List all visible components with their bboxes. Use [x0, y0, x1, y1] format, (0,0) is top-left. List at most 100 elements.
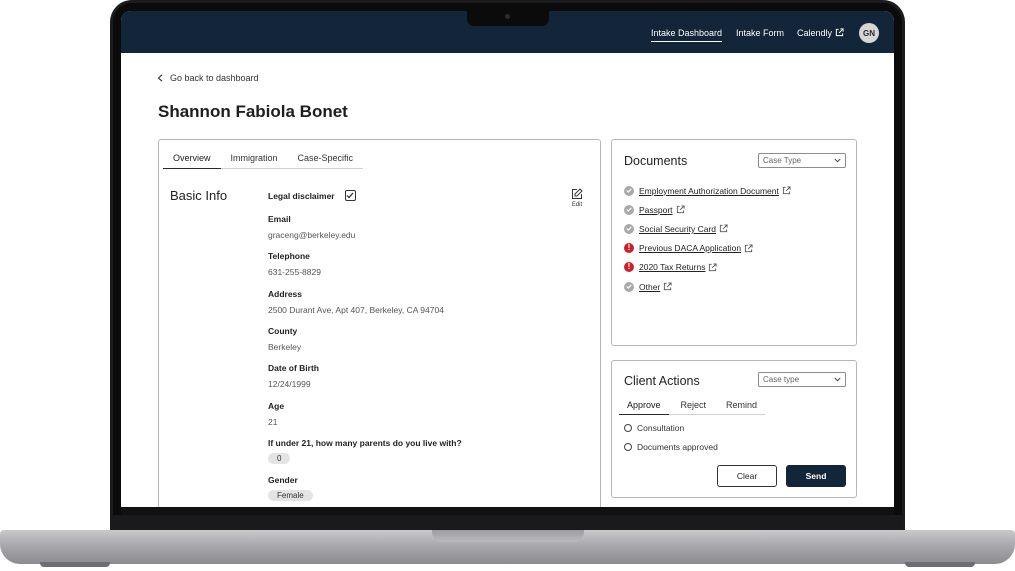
select-value: Case type: [763, 375, 800, 384]
tab-overview[interactable]: Overview: [163, 153, 221, 169]
legal-disclaimer-label: Legal disclaimer: [268, 190, 335, 201]
radio-button[interactable]: [624, 424, 632, 432]
external-link-icon[interactable]: [719, 224, 728, 233]
document-item: ! Previous DACA Application: [624, 239, 791, 258]
external-link-icon[interactable]: [708, 263, 718, 272]
document-item: Other: [624, 277, 791, 296]
laptop-foot: [40, 562, 110, 567]
client-actions-title: Client Actions: [624, 374, 700, 388]
legal-disclaimer: Legal disclaimer: [268, 190, 356, 201]
nav-calendly[interactable]: Calendly: [797, 28, 844, 38]
screen-bezel-bottom: [121, 507, 894, 515]
document-item: ! 2020 Tax Returns: [624, 258, 791, 277]
select-value: Case Type: [763, 156, 802, 165]
documents-case-type-select[interactable]: Case Type: [758, 153, 846, 168]
field-label: Date of Birth: [268, 363, 319, 373]
edit-button[interactable]: Edit: [571, 188, 583, 208]
external-link-icon[interactable]: [663, 282, 672, 291]
field-county: County Berkeley: [268, 326, 301, 352]
external-link-icon[interactable]: [676, 205, 685, 214]
field-gender: Gender Female: [268, 475, 313, 503]
radio-button[interactable]: [624, 443, 632, 451]
check-circle-icon: [624, 281, 634, 292]
chevron-left-icon: [157, 74, 163, 82]
nav-intake-form[interactable]: Intake Form: [736, 28, 784, 38]
field-email: Email graceng@berkeley.edu: [268, 214, 355, 240]
document-link[interactable]: Social Security Card: [639, 224, 716, 234]
profile-tabs: Overview Immigration Case-Specific: [163, 153, 364, 169]
chevron-down-icon: [834, 158, 841, 163]
field-label: Gender: [268, 475, 298, 485]
field-date-of-birth: Date of Birth 12/24/1999: [268, 363, 319, 389]
documents-title: Documents: [624, 154, 688, 168]
check-circle-icon: [624, 204, 634, 215]
basic-info-title: Basic Info: [170, 188, 228, 203]
documents-card: Documents Case Type Employment Authoriza…: [611, 139, 857, 346]
laptop-foot: [905, 562, 975, 567]
check-circle-icon: [624, 185, 634, 196]
nav-calendly-label: Calendly: [797, 28, 833, 38]
external-link-icon[interactable]: [744, 244, 753, 253]
client-actions-case-type-select[interactable]: Case type: [758, 372, 846, 387]
tab-approve[interactable]: Approve: [619, 400, 669, 415]
option-label: Consultation: [637, 423, 685, 433]
field-label: Age: [268, 401, 285, 411]
tab-remind[interactable]: Remind: [718, 400, 766, 415]
field-label: Address: [268, 289, 303, 299]
field-value: 2500 Durant Ave, Apt 407, Berkeley, CA 9…: [268, 305, 444, 315]
external-link-icon[interactable]: [782, 186, 791, 195]
document-link[interactable]: 2020 Tax Returns: [639, 262, 705, 272]
legal-disclaimer-checkbox[interactable]: [344, 190, 356, 201]
app-screen: Intake Dashboard Intake Form Calendly GN…: [121, 11, 894, 507]
field-address: Address 2500 Durant Ave, Apt 407, Berkel…: [268, 289, 444, 315]
field-label: If under 21, how many parents do you liv…: [268, 438, 462, 448]
laptop-hinge: [112, 515, 903, 531]
back-to-dashboard-link[interactable]: Go back to dashboard: [157, 73, 259, 83]
tab-reject[interactable]: Reject: [668, 400, 719, 415]
document-link[interactable]: Employment Authorization Document: [639, 186, 779, 196]
edit-label: Edit: [571, 202, 583, 208]
client-actions-tabs: Approve Reject Remind: [619, 400, 766, 415]
field-label: County: [268, 326, 298, 336]
document-link[interactable]: Previous DACA Application: [639, 243, 741, 253]
field-telephone: Telephone 631-255-8829: [268, 251, 321, 277]
client-actions-card: Client Actions Case type Approve Reject …: [611, 360, 857, 498]
tab-immigration[interactable]: Immigration: [220, 153, 288, 169]
field-parents: If under 21, how many parents do you liv…: [268, 438, 462, 466]
page-title: Shannon Fabiola Bonet: [158, 102, 348, 121]
field-label: Telephone: [268, 251, 310, 261]
field-value: graceng@berkeley.edu: [268, 230, 356, 240]
alert-circle-icon: !: [624, 243, 634, 254]
gender-badge: Female: [268, 490, 313, 501]
tab-case-specific[interactable]: Case-Specific: [287, 153, 364, 169]
document-item: Social Security Card: [624, 219, 791, 238]
back-link-label: Go back to dashboard: [170, 73, 259, 83]
chevron-down-icon: [834, 377, 841, 382]
document-item: Passport: [624, 200, 791, 219]
nav-intake-dashboard[interactable]: Intake Dashboard: [651, 28, 723, 42]
edit-icon: [572, 188, 583, 199]
external-link-icon: [835, 28, 844, 37]
field-label: Email: [268, 214, 291, 224]
field-value: 631-255-8829: [268, 267, 321, 277]
field-value: 21: [268, 417, 278, 427]
option-consultation[interactable]: Consultation: [624, 423, 684, 433]
document-item: Employment Authorization Document: [624, 181, 791, 200]
clear-button[interactable]: Clear: [717, 465, 777, 487]
avatar[interactable]: GN: [859, 23, 879, 43]
documents-list: Employment Authorization Document Passpo…: [624, 181, 791, 296]
field-value: 12/24/1999: [268, 379, 311, 389]
check-icon: [346, 192, 354, 199]
alert-circle-icon: !: [624, 262, 634, 273]
camera-icon: [505, 14, 510, 19]
option-label: Documents approved: [637, 442, 718, 452]
field-age: Age 21: [268, 401, 284, 427]
parents-count-badge: 0: [268, 453, 291, 464]
send-button[interactable]: Send: [786, 465, 846, 487]
laptop-base-notch: [432, 530, 584, 542]
check-circle-icon: [624, 223, 634, 234]
document-link[interactable]: Other: [639, 282, 660, 292]
document-link[interactable]: Passport: [639, 205, 673, 215]
option-documents-approved[interactable]: Documents approved: [624, 442, 718, 452]
field-value: Berkeley: [268, 342, 302, 352]
